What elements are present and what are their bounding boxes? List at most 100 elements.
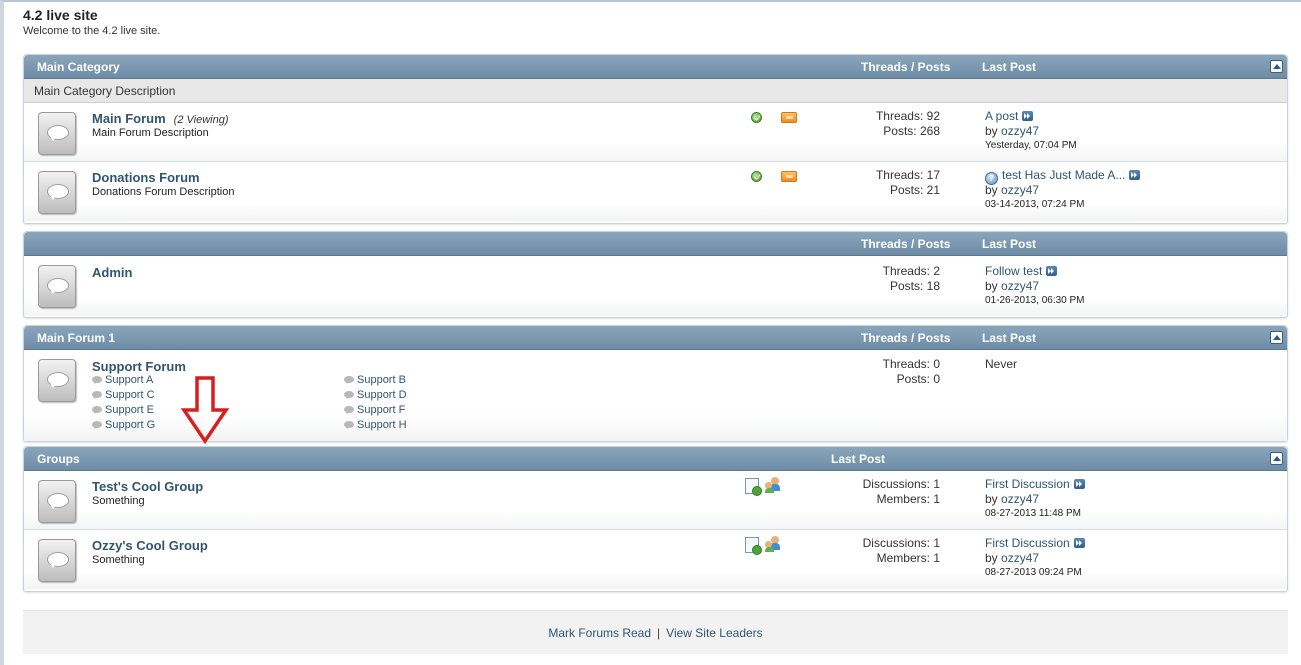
last-post-date: 03-14-2013, 07:24 PM xyxy=(985,199,1085,210)
threads-posts-header: Threads / Posts xyxy=(861,237,951,251)
red-arrow-down-icon xyxy=(180,376,230,444)
last-post-header: Last Post xyxy=(982,237,1037,251)
group-row: Test's Cool Group Something Discussions:… xyxy=(24,471,1287,530)
forum-description: Main Forum Description xyxy=(92,127,209,139)
forum-description: Donations Forum Description xyxy=(92,186,235,198)
threads-count: Threads: 17 xyxy=(875,168,940,182)
forum-row: Main Forum (2 Viewing) Main Forum Descrip… xyxy=(24,103,1287,162)
by-label: by xyxy=(985,492,1002,506)
last-post-date: 08-27-2013 09:24 PM xyxy=(985,567,1082,578)
members-count: Members: 1 xyxy=(876,551,940,565)
viewing-count: (2 Viewing) xyxy=(173,114,229,126)
subforum-link[interactable]: Support G xyxy=(92,419,155,431)
by-label: by xyxy=(985,183,1002,197)
group-row: Ozzy's Cool Group Something Discussions:… xyxy=(24,530,1287,589)
last-post-never: Never xyxy=(985,357,1018,371)
check-circle-icon xyxy=(751,171,762,182)
last-post-header: Last Post xyxy=(982,60,1037,74)
goto-last-post-icon[interactable] xyxy=(1073,538,1085,548)
collapse-icon[interactable] xyxy=(1270,452,1283,465)
site-description: Welcome to the 4.2 live site. xyxy=(23,25,161,37)
discussion-icon xyxy=(745,478,762,496)
check-circle-icon xyxy=(751,112,762,123)
last-post-date: 01-26-2013, 06:30 PM xyxy=(985,295,1085,306)
members-icon xyxy=(765,477,781,493)
mark-forums-read-link[interactable]: Mark Forums Read xyxy=(548,626,651,640)
last-post-link[interactable]: Follow test xyxy=(985,264,1042,278)
category-groups: Groups Last Post Test's Cool Group Somet… xyxy=(23,446,1288,592)
last-post-user-link[interactable]: ozzy47 xyxy=(1001,492,1039,506)
category-admin: Threads / Posts Last Post Admin Threads:… xyxy=(23,231,1288,318)
forum-bubble-icon[interactable] xyxy=(38,539,76,582)
forum-title-link[interactable]: Admin xyxy=(92,265,132,280)
posts-count: Posts: 268 xyxy=(883,124,940,138)
last-post-user-link[interactable]: ozzy47 xyxy=(1001,279,1039,293)
subforum-link[interactable]: Support B xyxy=(344,374,406,386)
goto-last-post-icon[interactable] xyxy=(1129,170,1141,180)
members-icon xyxy=(765,536,781,552)
forum-bubble-icon[interactable] xyxy=(38,359,76,402)
members-count: Members: 1 xyxy=(876,492,940,506)
category-main: Main Category Threads / Posts Last Post … xyxy=(23,54,1288,224)
forum-title-link[interactable]: Main Forum xyxy=(92,111,166,126)
subforum-link[interactable]: Support A xyxy=(92,374,153,386)
threads-posts-header: Threads / Posts xyxy=(861,60,951,74)
last-post-link[interactable]: First Discussion xyxy=(985,536,1070,550)
threads-posts-header: Threads / Posts xyxy=(861,331,951,345)
forum-title-link[interactable]: Donations Forum xyxy=(92,170,200,185)
subforum-bubble-icon xyxy=(344,406,354,414)
last-post-date: Yesterday, 07:04 PM xyxy=(985,140,1077,151)
last-post-user-link[interactable]: ozzy47 xyxy=(1001,183,1039,197)
forum-bubble-icon[interactable] xyxy=(38,480,76,523)
posts-count: Posts: 0 xyxy=(896,372,940,386)
forum-row: Donations Forum Donations Forum Descript… xyxy=(24,162,1287,221)
threads-count: Threads: 2 xyxy=(882,264,940,278)
group-description: Something xyxy=(92,554,145,566)
by-label: by xyxy=(985,124,1002,138)
goto-last-post-icon[interactable] xyxy=(1046,266,1058,276)
last-post-user-link[interactable]: ozzy47 xyxy=(1001,124,1039,138)
posts-count: Posts: 18 xyxy=(889,279,940,293)
forum-bubble-icon[interactable] xyxy=(38,171,76,214)
last-post-link[interactable]: test Has Just Made A... xyxy=(1002,168,1125,182)
goto-last-post-icon[interactable] xyxy=(1022,111,1034,121)
forum-title-link[interactable]: Support Forum xyxy=(92,359,186,374)
subforum-bubble-icon xyxy=(344,421,354,429)
subforum-link[interactable]: Support D xyxy=(344,389,407,401)
subforum-bubble-icon xyxy=(92,376,102,384)
forum-row: Admin Threads: 2 Posts: 18 Follow test b… xyxy=(24,256,1287,316)
subforum-link[interactable]: Support C xyxy=(92,389,155,401)
forum-bubble-icon[interactable] xyxy=(38,265,76,308)
page: 4.2 live site Welcome to the 4.2 live si… xyxy=(0,0,1301,665)
subforum-link[interactable]: Support H xyxy=(344,419,407,431)
collapse-icon[interactable] xyxy=(1270,331,1283,344)
view-site-leaders-link[interactable]: View Site Leaders xyxy=(666,626,763,640)
group-title-link[interactable]: Ozzy's Cool Group xyxy=(92,538,208,553)
group-title-link[interactable]: Test's Cool Group xyxy=(92,479,203,494)
category-header: Main Forum 1 Threads / Posts Last Post xyxy=(24,326,1287,350)
category-description: Main Category Description xyxy=(24,79,1287,103)
last-post-link[interactable]: First Discussion xyxy=(985,477,1070,491)
category-title[interactable]: Main Forum 1 xyxy=(37,331,115,345)
category-title[interactable]: Groups xyxy=(37,452,80,466)
goto-last-post-icon[interactable] xyxy=(1073,479,1085,489)
last-post-link[interactable]: A post xyxy=(985,109,1018,123)
subforum-bubble-icon xyxy=(344,376,354,384)
collapse-icon[interactable] xyxy=(1270,60,1283,73)
by-label: by xyxy=(985,279,1002,293)
site-title: 4.2 live site xyxy=(23,7,98,23)
category-title[interactable]: Main Category xyxy=(37,60,120,74)
discussion-icon xyxy=(745,537,762,555)
last-post-user-link[interactable]: ozzy47 xyxy=(1001,551,1039,565)
discussions-count: Discussions: 1 xyxy=(862,536,940,550)
subforum-bubble-icon xyxy=(92,421,102,429)
forum-bubble-icon[interactable] xyxy=(38,112,76,155)
subforum-link[interactable]: Support F xyxy=(344,404,405,416)
threads-count: Threads: 0 xyxy=(882,357,940,371)
posts-count: Posts: 21 xyxy=(889,183,940,197)
subforum-link[interactable]: Support E xyxy=(92,404,154,416)
subforum-bubble-icon xyxy=(92,391,102,399)
category-header: Threads / Posts Last Post xyxy=(24,232,1287,256)
footer-separator: | xyxy=(657,626,661,640)
by-label: by xyxy=(985,551,1002,565)
